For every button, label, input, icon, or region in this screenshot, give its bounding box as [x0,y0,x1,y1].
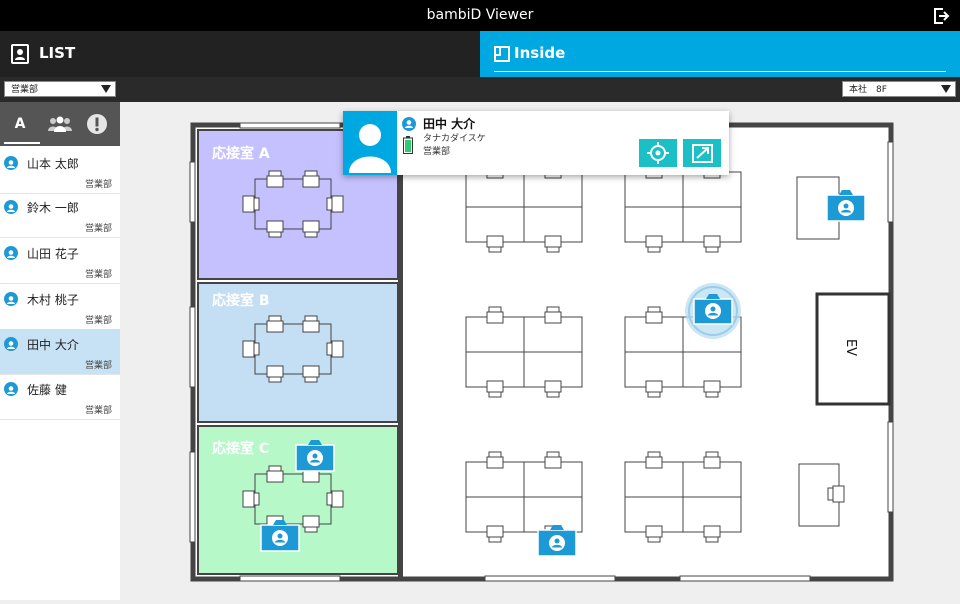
person-marker[interactable] [826,190,866,222]
person-marker[interactable] [295,440,335,472]
avatar-icon [349,124,391,173]
tab-bar: LIST Inside [0,31,960,77]
people-icon [48,116,72,132]
person-name: 木村 桃子 [27,293,79,307]
person-icon [4,156,18,170]
chevron-down-icon [101,85,111,93]
title-bar: bambiD Viewer [0,0,960,31]
person-name: 佐藤 健 [27,383,67,397]
contacts-icon [11,44,29,64]
room-c-label: 応接室 C [212,441,270,457]
department-select-value: 営業部 [11,85,39,95]
list-item[interactable]: 山田 花子 営業部 [0,238,120,284]
person-dept: 営業部 [84,270,112,280]
chevron-down-icon [941,85,951,93]
tab-inside-label: Inside [514,44,566,62]
person-icon [4,246,18,260]
person-name: 山本 太郎 [27,157,79,171]
person-popup: 田中 大介 タナカダイスケ 営業部 [343,111,729,175]
filter-tab-alpha-label: A [14,116,26,132]
list-item[interactable]: 田中 大介 営業部 [0,329,120,375]
filter-tab-alpha[interactable]: A [0,102,40,146]
person-icon [4,200,18,214]
filter-tab-underline [4,142,40,144]
logout-icon[interactable] [932,7,950,25]
alert-icon [87,114,107,134]
list-item[interactable]: 鈴木 一郎 営業部 [0,192,120,238]
tab-list[interactable]: LIST [0,31,480,77]
person-marker[interactable] [260,520,300,552]
person-icon [4,337,18,351]
person-marker[interactable] [537,525,577,557]
external-link-icon [692,144,713,163]
list-item[interactable]: 佐藤 健営業部 [0,374,120,420]
person-icon [4,292,18,306]
filter-tab-group[interactable] [40,102,80,146]
elevator-label: EV [843,338,859,357]
person-name: 田中 大介 [27,338,79,352]
person-icon [4,382,18,396]
list-item[interactable]: 山本 太郎 営業部 [0,148,120,194]
filter-tab-alert[interactable] [80,102,120,146]
person-dept: 営業部 [84,361,112,371]
person-dept: 営業部 [84,224,112,234]
tab-inside[interactable]: Inside [480,31,960,77]
app-title: bambiD Viewer [426,7,534,23]
person-photo [343,111,397,175]
person-dept: 営業部 [84,180,112,190]
toolbar: 営業部 本社 8F [0,77,960,102]
open-detail-button[interactable] [683,139,721,167]
popup-dept: 営業部 [423,147,451,157]
person-icon [402,117,416,131]
floor-select-value: 本社 8F [849,85,887,95]
person-dept: 営業部 [84,406,112,416]
person-marker[interactable] [682,280,744,342]
person-name: 山田 花子 [27,247,79,261]
list-item[interactable]: 木村 桃子 営業部 [0,284,120,330]
popup-kana: タナカダイスケ [423,134,486,144]
locate-button[interactable] [639,139,677,167]
tab-underline [494,71,946,72]
department-select[interactable]: 営業部 [4,81,116,97]
filter-tabs: A [0,102,120,146]
room-a-label: 応接室 A [212,146,270,162]
person-name: 鈴木 一郎 [27,201,79,215]
tab-list-label: LIST [39,44,76,62]
person-dept: 営業部 [84,316,112,326]
sidebar: A 山本 太郎 営業部 鈴木 一郎 営業部 山田 花子 営業部 木村 桃子 営業部 田中 大介営… [0,102,120,600]
target-icon [647,142,669,164]
room-b-label: 応接室 B [212,293,270,309]
popup-name: 田中 大介 [423,117,476,131]
floor-select[interactable]: 本社 8F [842,81,956,97]
battery-icon [403,136,413,154]
floor-plan-icon [494,46,510,62]
